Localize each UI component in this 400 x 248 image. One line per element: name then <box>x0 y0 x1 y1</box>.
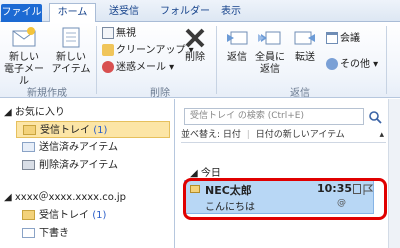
inbox-folder-icon <box>23 125 36 135</box>
tab-folder[interactable]: フォルダー <box>160 3 210 22</box>
cleanup-label: クリーンアップ <box>116 45 186 56</box>
more-label: その他 <box>340 59 370 70</box>
inbox-folder-icon <box>22 210 35 220</box>
nav-item-drafts[interactable]: 下書き <box>22 225 69 242</box>
account-label: xxxx＠xxxx.xxxx.co.jp <box>14 192 126 203</box>
meeting-label: 会議 <box>340 33 360 44</box>
group-separator <box>216 26 217 94</box>
reply-all-label-2: 返信 <box>260 64 280 75</box>
group-label-respond: 返信 <box>290 88 310 99</box>
delete-button[interactable]: 削除 <box>180 26 210 64</box>
inbox-label: 受信トレイ <box>40 125 90 136</box>
nav-item-sent[interactable]: 送信済みアイテム <box>22 139 118 156</box>
sent-folder-icon <box>22 142 35 152</box>
tab-home[interactable]: ホーム <box>49 3 96 23</box>
sort-order[interactable]: 日付の新しいアイテム <box>256 130 345 140</box>
reply-label: 返信 <box>227 52 247 63</box>
inbox2-label: 受信トレイ <box>39 210 89 221</box>
reply-button[interactable]: 返信 <box>222 26 252 64</box>
nav-item-inbox[interactable]: 受信トレイ (1) <box>16 121 170 138</box>
sort-by[interactable]: 並べ替え: 日付 <box>181 130 241 140</box>
ribbon: 新しい 電子メール 新しい アイテム 新規作成 無視 クリーンアップ ▾ 迷惑メ… <box>0 22 400 99</box>
calendar-icon <box>326 32 338 44</box>
nav-item-inbox-account[interactable]: 受信トレイ (1) <box>22 207 106 224</box>
junk-icon <box>102 61 114 73</box>
new-items-label-2: アイテム <box>51 64 91 75</box>
group-separator <box>96 26 97 94</box>
new-email-label-1: 新しい <box>9 52 39 63</box>
junk-label: 迷惑メール <box>116 62 166 73</box>
reply-all-icon <box>258 31 281 45</box>
deleted-label: 削除済みアイテム <box>39 160 118 171</box>
highlight-ring <box>183 178 387 220</box>
cleanup-icon <box>102 44 114 56</box>
meeting-button[interactable]: 会議 <box>326 32 360 46</box>
inbox-count: (1) <box>93 125 108 136</box>
sent-label: 送信済みアイテム <box>39 142 118 153</box>
tab-send-receive[interactable]: 送受信 <box>109 3 139 22</box>
drafts-label: 下書き <box>39 228 69 239</box>
inbox2-count: (1) <box>92 210 107 221</box>
collapse-icon: ◢ <box>4 192 15 203</box>
reply-all-label-1: 全員に <box>255 52 285 63</box>
tab-file[interactable]: ファイル <box>1 4 42 22</box>
more-icon <box>326 58 338 70</box>
account-header[interactable]: ◢ xxxx＠xxxx.xxxx.co.jp <box>4 189 126 206</box>
delete-icon <box>185 28 205 48</box>
ribbon-tabs: ファイル ホーム 送受信 フォルダー 表示 <box>0 0 400 23</box>
ignore-label: 無視 <box>116 28 136 39</box>
new-items-icon <box>62 27 80 48</box>
new-items-label-1: 新しい <box>56 52 86 63</box>
ignore-icon <box>102 27 114 39</box>
scrollbar[interactable] <box>388 99 400 248</box>
more-button[interactable]: その他 ▾ <box>326 58 378 72</box>
header-divider: | <box>246 130 250 140</box>
group-label-new: 新規作成 <box>27 88 67 99</box>
new-items-button[interactable]: 新しい アイテム <box>50 26 92 76</box>
trash-icon <box>22 160 35 170</box>
drafts-icon <box>22 228 35 238</box>
junk-button[interactable]: 迷惑メール ▾ <box>102 61 174 75</box>
reply-icon <box>227 31 248 45</box>
forward-label: 転送 <box>295 52 315 63</box>
message-list: 受信トレイ の検索 (Ctrl+E) 並べ替え: 日付 | 日付の新しいアイテム… <box>178 99 400 248</box>
collapse-icon: ◢ <box>4 107 15 118</box>
sort-header: 並べ替え: 日付 | 日付の新しいアイテム ▴ <box>181 127 386 143</box>
forward-icon <box>294 31 315 45</box>
new-email-icon <box>12 27 36 47</box>
ignore-button[interactable]: 無視 <box>102 27 136 41</box>
navigation-pane: ◢ お気に入り 受信トレイ (1) 送信済みアイテム 削除済みアイテム ◢ xx… <box>0 99 175 248</box>
favorites-label: お気に入り <box>14 107 65 118</box>
nav-item-deleted[interactable]: 削除済みアイテム <box>22 157 118 174</box>
new-email-button[interactable]: 新しい 電子メール <box>2 26 46 88</box>
search-input[interactable]: 受信トレイ の検索 (Ctrl+E) <box>184 108 364 125</box>
tab-view[interactable]: 表示 <box>221 3 241 22</box>
forward-button[interactable]: 転送 <box>290 26 320 64</box>
group-separator <box>386 26 387 94</box>
group-label-delete: 削除 <box>150 88 170 99</box>
junk-dropdown-icon: ▾ <box>166 62 175 73</box>
more-dropdown-icon: ▾ <box>370 59 379 70</box>
group-today[interactable]: ◢ 今日 <box>190 164 221 179</box>
favorites-header[interactable]: ◢ お気に入り <box>4 104 65 121</box>
delete-label: 削除 <box>185 52 205 63</box>
sort-arrow-icon[interactable]: ▴ <box>379 127 384 143</box>
search-icon[interactable] <box>368 110 382 124</box>
reply-all-button[interactable]: 全員に 返信 <box>254 26 286 76</box>
